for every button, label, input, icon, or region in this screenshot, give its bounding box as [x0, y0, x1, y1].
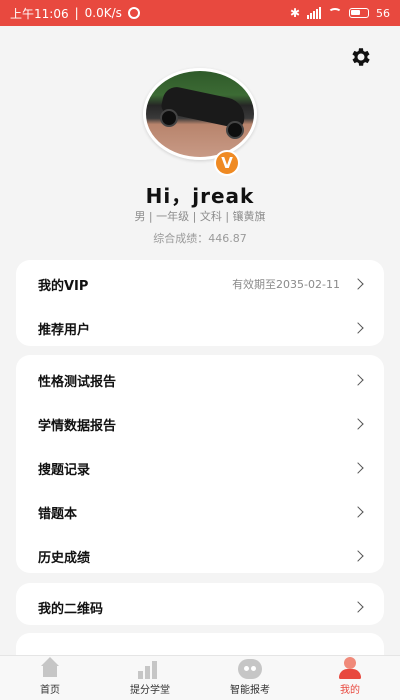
reports-card: 性格测试报告 学情数据报告 搜题记录 错题本 历史成绩 [16, 355, 384, 573]
signal-icon [307, 7, 321, 19]
tab-smart-apply-label: 智能报考 [230, 685, 270, 696]
my-qrcode-label: 我的二维码 [38, 601, 104, 617]
learning-data-report-row[interactable]: 学情数据报告 [16, 402, 384, 446]
history-scores-row[interactable]: 历史成绩 [16, 534, 384, 578]
wifi-icon [328, 8, 342, 18]
vip-card: 我的VIP 有效期至2035-02-11 推荐用户 [16, 260, 384, 346]
user-info: 男 | 一年级 | 文科 | 镶黄旗 [134, 210, 266, 223]
tab-home-label: 首页 [40, 685, 60, 696]
avatar-image [143, 68, 257, 160]
search-history-label: 搜题记录 [38, 462, 91, 478]
settings-button[interactable] [348, 44, 374, 70]
chevron-right-icon [352, 506, 364, 518]
bluetooth-icon: ✱ [289, 6, 300, 20]
qrcode-card: 我的二维码 [16, 583, 384, 625]
home-icon [39, 657, 61, 679]
my-vip-label: 我的VIP [38, 278, 89, 294]
user-greeting: Hi，jreak [145, 184, 255, 208]
tab-home[interactable]: 首页 [0, 656, 100, 700]
chevron-right-icon [352, 601, 364, 613]
gear-icon [352, 48, 370, 66]
composite-score: 综合成绩：446.87 [153, 232, 247, 245]
chevron-right-icon [352, 418, 364, 430]
learning-data-report-label: 学情数据报告 [38, 418, 117, 434]
battery-icon [349, 8, 369, 18]
tab-smart-apply[interactable]: 智能报考 [200, 656, 300, 700]
tab-mine[interactable]: 我的 [300, 656, 400, 700]
chevron-right-icon [352, 462, 364, 474]
status-network-speed: 0.0K/s [84, 6, 122, 20]
personality-report-label: 性格测试报告 [38, 374, 117, 390]
search-history-row[interactable]: 搜题记录 [16, 446, 384, 490]
recommend-users-row[interactable]: 推荐用户 [16, 306, 384, 350]
tab-mine-label: 我的 [340, 685, 360, 696]
tab-improve[interactable]: 提分学堂 [100, 656, 200, 700]
vip-expiry: 有效期至2035-02-11 [232, 278, 340, 291]
mistake-book-row[interactable]: 错题本 [16, 490, 384, 534]
history-scores-label: 历史成绩 [38, 550, 91, 566]
chevron-right-icon [352, 278, 364, 290]
vip-badge-icon: V [214, 150, 240, 176]
alarm-icon [127, 7, 140, 19]
tab-improve-label: 提分学堂 [130, 685, 170, 696]
recommend-users-label: 推荐用户 [38, 322, 91, 338]
robot-icon [238, 659, 262, 679]
battery-level: 56 [376, 6, 390, 20]
status-bar: 上午11:06 | 0.0K/s ✱ 56 [0, 0, 400, 26]
bottom-nav: 首页 提分学堂 智能报考 我的 [0, 655, 400, 700]
mistake-book-label: 错题本 [38, 506, 78, 522]
chevron-right-icon [352, 374, 364, 386]
avatar[interactable] [143, 68, 257, 160]
user-icon [338, 657, 362, 679]
status-time: 上午11:06 [10, 6, 69, 21]
chart-icon [138, 659, 162, 679]
my-vip-row[interactable]: 我的VIP 有效期至2035-02-11 [16, 262, 384, 306]
personality-report-row[interactable]: 性格测试报告 [16, 358, 384, 402]
my-qrcode-row[interactable]: 我的二维码 [16, 583, 384, 631]
chevron-right-icon [352, 550, 364, 562]
chevron-right-icon [352, 322, 364, 334]
